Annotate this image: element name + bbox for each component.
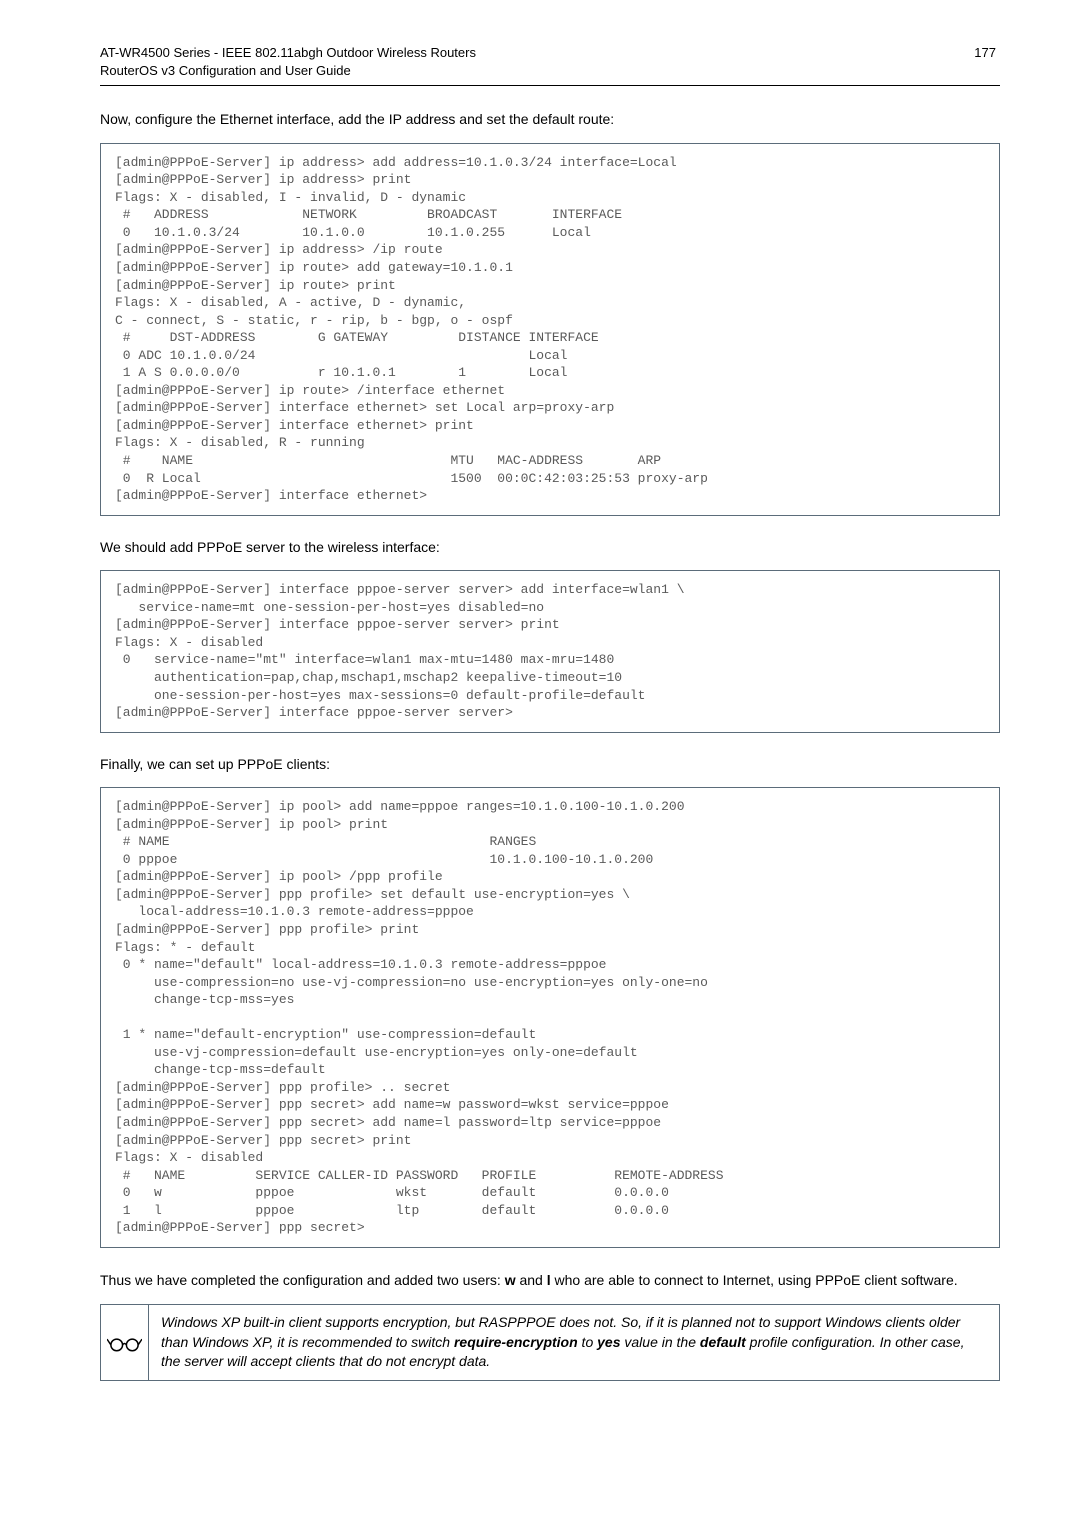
section1-code: [admin@PPPoE-Server] ip address> add add… <box>100 143 1000 516</box>
note-p1b: to <box>578 1334 597 1350</box>
closing-bold-w: w <box>505 1272 516 1288</box>
note-b3: default <box>700 1334 746 1350</box>
note-icon-cell <box>101 1305 149 1380</box>
closing-paragraph: Thus we have completed the configuration… <box>100 1270 1000 1290</box>
note-p1c: value in the <box>621 1334 700 1350</box>
note-text: Windows XP built-in client supports encr… <box>149 1305 999 1380</box>
note-b1: require-encryption <box>454 1334 578 1350</box>
page-number: 177 <box>974 44 1000 62</box>
note-b2: yes <box>597 1334 620 1350</box>
closing-text-1: Thus we have completed the configuration… <box>100 1272 505 1288</box>
closing-mid: and <box>516 1272 547 1288</box>
page-header: AT-WR4500 Series - IEEE 802.11abgh Outdo… <box>100 44 1000 86</box>
section3-code: [admin@PPPoE-Server] ip pool> add name=p… <box>100 787 1000 1248</box>
section1-intro: Now, configure the Ethernet interface, a… <box>100 110 1000 130</box>
header-title-line1: AT-WR4500 Series - IEEE 802.11abgh Outdo… <box>100 45 476 60</box>
header-title-line2: RouterOS v3 Configuration and User Guide <box>100 63 351 78</box>
closing-text-2: who are able to connect to Internet, usi… <box>551 1272 958 1288</box>
section2-intro: We should add PPPoE server to the wirele… <box>100 538 1000 558</box>
header-title: AT-WR4500 Series - IEEE 802.11abgh Outdo… <box>100 44 476 79</box>
note-box: Windows XP built-in client supports encr… <box>100 1304 1000 1381</box>
section2-code: [admin@PPPoE-Server] interface pppoe-ser… <box>100 570 1000 732</box>
glasses-icon <box>107 1333 142 1353</box>
section3-intro: Finally, we can set up PPPoE clients: <box>100 755 1000 775</box>
